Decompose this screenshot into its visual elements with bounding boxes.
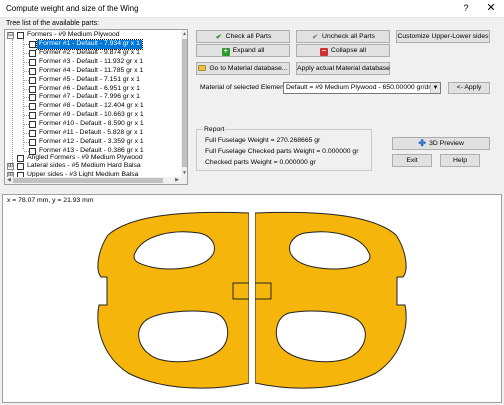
apply-label: <- Apply — [456, 84, 482, 91]
full-weight-text: Full Fuselage Weight = 270.268665 gr — [205, 137, 321, 144]
window-title: Compute weight and size of the Wing — [6, 4, 139, 13]
tree-checkbox[interactable] — [17, 32, 24, 39]
apply-actual-label: Apply actual Material database — [297, 65, 390, 72]
goto-material-database-button[interactable]: Go to Material database... — [196, 62, 290, 75]
tree-checkbox[interactable] — [29, 41, 36, 48]
former-preview-canvas[interactable]: x = 78.07 mm, y = 21.93 mm — [2, 194, 502, 403]
tree-checkbox[interactable] — [29, 94, 36, 102]
3d-preview-button[interactable]: ✤ 3D Preview — [392, 137, 490, 150]
scrollbar-thumb[interactable] — [182, 39, 187, 167]
chevron-down-icon[interactable]: ▼ — [430, 83, 440, 93]
tree-horizontal-scrollbar[interactable]: ◀ ▶ — [5, 177, 181, 184]
tree-checkbox[interactable] — [29, 138, 36, 146]
tree-node-label: Former #6 - Default - 6.951 gr x 1 — [39, 84, 140, 92]
scrollbar-thumb[interactable] — [13, 178, 163, 183]
close-window-button[interactable]: ✕ — [482, 1, 500, 16]
collapse-all-button[interactable]: − Collapse all — [296, 44, 390, 57]
apply-actual-material-button[interactable]: Apply actual Material database — [296, 62, 390, 75]
folder-icon — [198, 65, 207, 71]
tree-node-label: Former #12 - Default - 3.359 gr x 1 — [39, 137, 144, 145]
help-label: Help — [453, 157, 467, 164]
minus-icon: − — [319, 48, 328, 56]
apply-material-button[interactable]: <- Apply — [448, 82, 490, 94]
scroll-right-arrow-icon[interactable]: ▶ — [173, 177, 181, 184]
exit-button[interactable]: Exit — [392, 154, 432, 167]
tree-node-label: Former #10 - Default - 8.590 gr x 1 — [39, 120, 144, 128]
expand-expander-icon[interactable]: ⊞ — [7, 163, 14, 171]
tree-checkbox[interactable] — [29, 76, 36, 84]
tree-node-label: Former #4 - Default - 11.785 gr x 1 — [39, 66, 144, 74]
tree-node-label: Former #11 - Default - 5.828 gr x 1 — [39, 129, 144, 136]
checkmark-icon: ✔ — [215, 34, 222, 41]
report-title: Report — [203, 125, 226, 134]
check-all-label: Check all Parts — [225, 33, 272, 40]
checked-weight-text: Full Fuselage Checked parts Weight = 0.0… — [205, 148, 359, 155]
tree-checkbox[interactable] — [29, 130, 36, 137]
checked-parts-weight-text: Checked parts Weight = 0.000000 gr — [205, 159, 316, 166]
tree-node-label: Angled Formers - #9 Medium Plywood — [27, 153, 143, 161]
preview-label: 3D Preview — [429, 140, 464, 147]
uncheck-icon: ✔ — [312, 34, 318, 41]
former-left-half — [97, 211, 249, 389]
tree-node-label: Lateral sides - #5 Medium Hard Balsa — [27, 162, 141, 170]
propeller-icon: ✤ — [418, 138, 426, 148]
tree-checkbox[interactable] — [17, 154, 24, 162]
uncheck-all-parts-button[interactable]: ✔ Uncheck all Parts — [296, 30, 390, 43]
customize-label: Customize Upper-Lower sides — [397, 33, 489, 40]
tree-node-label: Former #2 - Default - 9.874 gr x 1 — [39, 48, 140, 56]
former-right-half — [255, 211, 407, 389]
help-title-button[interactable]: ? — [458, 1, 474, 16]
material-select[interactable]: Default = #9 Medium Plywood - 650.00000 … — [283, 82, 441, 94]
tree-list-label: Tree list of the available parts: — [6, 20, 100, 27]
tree-node-label: Former #8 - Default - 12.404 gr x 1 — [39, 102, 144, 110]
scroll-left-arrow-icon[interactable]: ◀ — [5, 177, 13, 184]
customize-upper-lower-button[interactable]: Customize Upper-Lower sides — [396, 30, 490, 43]
tree-checkbox[interactable] — [29, 49, 36, 57]
plus-icon: + — [221, 48, 230, 56]
scroll-down-arrow-icon[interactable]: ▼ — [181, 169, 187, 177]
tree-checkbox[interactable] — [29, 58, 36, 66]
material-selected-value: Default = #9 Medium Plywood - 650.00000 … — [286, 84, 438, 91]
report-group: Report Full Fuselage Weight = 270.268665… — [196, 125, 372, 171]
scroll-up-arrow-icon[interactable]: ▲ — [181, 30, 187, 38]
collapse-all-label: Collapse all — [330, 47, 367, 54]
goto-material-label: Go to Material database... — [209, 65, 288, 72]
expand-all-label: Expand all — [232, 47, 265, 54]
tree-node-label: Former #7 - Default - 7.996 gr x 1 — [39, 93, 140, 101]
collapse-expander-icon[interactable]: ⊟ — [7, 32, 14, 39]
tree-checkbox[interactable] — [29, 121, 36, 129]
parts-tree[interactable]: ⊟ Formers - #9 Medium Plywood Former #1 … — [4, 29, 188, 185]
check-all-parts-button[interactable]: ✔ Check all Parts — [196, 30, 290, 43]
tree-vertical-scrollbar[interactable]: ▲ ▼ — [181, 30, 187, 184]
expand-all-button[interactable]: + Expand all — [196, 44, 290, 57]
tree-checkbox[interactable] — [29, 103, 36, 111]
tree-node-label: Former #5 - Default - 7.151 gr x 1 — [39, 75, 140, 83]
title-bar: Compute weight and size of the Wing ? ✕ — [0, 0, 504, 18]
tree-node-label: Formers - #9 Medium Plywood — [27, 31, 120, 38]
former-drawing — [97, 211, 407, 389]
tree-checkbox[interactable] — [17, 163, 24, 171]
tree-node-label: Former #9 - Default - 10.663 gr x 1 — [39, 111, 144, 119]
exit-label: Exit — [406, 157, 418, 164]
tree-connector-line — [12, 39, 13, 177]
material-label: Material of selected Element: — [200, 84, 288, 91]
uncheck-all-label: Uncheck all Parts — [322, 33, 375, 40]
tree-node-label: Former #3 - Default - 11.932 gr x 1 — [39, 57, 144, 65]
help-button[interactable]: Help — [440, 154, 480, 167]
tree-checkbox[interactable] — [29, 85, 36, 93]
tree-checkbox[interactable] — [29, 112, 36, 120]
tree-node-label: Former #1 - Default - 7.934 gr x 1 — [36, 39, 143, 50]
tree-checkbox[interactable] — [29, 67, 36, 75]
